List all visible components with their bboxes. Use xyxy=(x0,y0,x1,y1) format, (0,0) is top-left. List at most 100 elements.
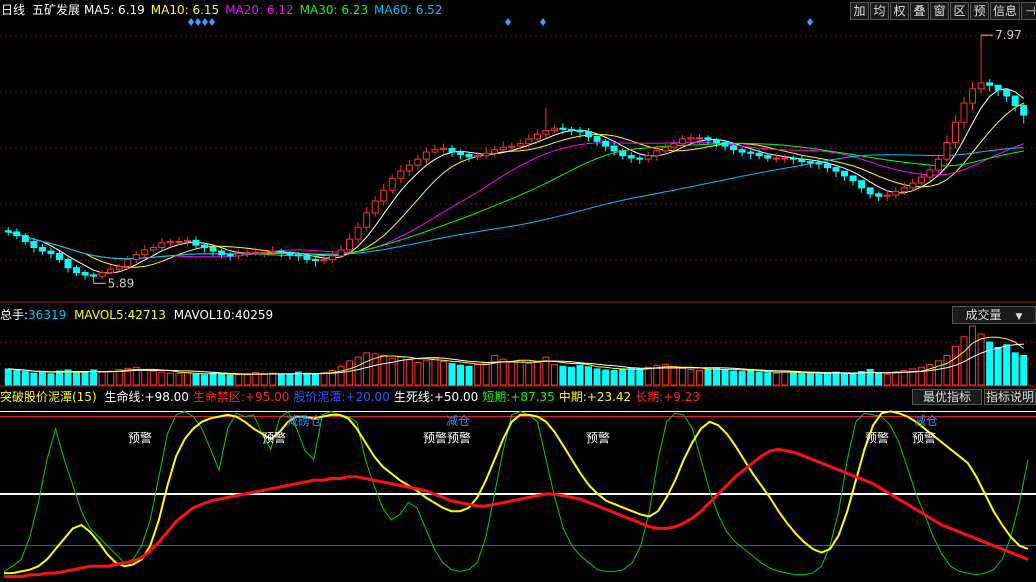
best-indicator-button[interactable]: 最优指标 xyxy=(912,389,982,405)
indicator-legend-item: 股价泥潭:+20.00 xyxy=(293,390,390,404)
signal-label: 预警 xyxy=(128,430,152,445)
candle-body xyxy=(823,163,831,169)
candle-body xyxy=(55,252,63,260)
candle-body xyxy=(849,175,857,182)
volume-legend: 总手:36319 MAVOL5:42713 MAVOL10:40259 xyxy=(0,308,273,322)
volume-bar xyxy=(781,370,789,386)
chevron-down-icon: ▼ xyxy=(1015,312,1023,322)
volume-bar xyxy=(917,366,925,386)
indicator-legend-item: 长期:+9.23 xyxy=(635,390,701,404)
volume-bar xyxy=(380,355,388,386)
indicator-long-line xyxy=(4,447,1029,579)
candle-body xyxy=(525,138,533,145)
volume-bar xyxy=(98,371,106,386)
volume-indicator-selector[interactable]: 成交量 ▼ xyxy=(952,306,1036,324)
candle-body xyxy=(38,247,46,252)
candle-body xyxy=(832,167,840,172)
candle-body xyxy=(986,82,994,86)
volume-bar xyxy=(550,364,558,386)
volume-bar xyxy=(1020,355,1028,386)
volume-bar xyxy=(303,372,311,386)
candle-body xyxy=(346,238,354,251)
candle-body xyxy=(149,247,157,251)
volume-bar xyxy=(508,361,516,386)
volume-bar xyxy=(277,373,285,386)
volume-bar xyxy=(38,371,46,386)
signal-label: 减仓 xyxy=(446,414,470,428)
candle-body xyxy=(277,250,285,253)
volume-bar xyxy=(567,366,575,386)
candle-body xyxy=(13,231,21,237)
candle-body xyxy=(917,176,925,184)
candle-body xyxy=(798,158,806,163)
candle-body xyxy=(329,255,337,260)
candle-body xyxy=(73,267,81,274)
volume-bar xyxy=(849,373,857,386)
ma-line-ma60 xyxy=(8,147,1024,260)
volume-bar xyxy=(422,360,430,386)
signal-label: 预警 xyxy=(912,430,936,445)
volume-bar xyxy=(260,373,268,386)
candle-body xyxy=(1011,95,1019,107)
candle-body xyxy=(593,136,601,142)
candle-body xyxy=(158,242,166,249)
volume-bar xyxy=(55,370,63,386)
candle-body xyxy=(721,142,729,147)
high-price-label: 7.97 xyxy=(995,28,1022,42)
volume-bar xyxy=(107,370,115,386)
candle-body xyxy=(738,149,746,153)
event-diamond-icon xyxy=(202,18,208,26)
stock-chart[interactable]: 7.975.89预警 预警减磅仓预警预警减仓预警 预警 预警减仓 xyxy=(0,0,1036,582)
candle-body xyxy=(235,252,243,257)
volume-bar xyxy=(491,355,499,386)
volume-bar xyxy=(166,372,174,386)
volume-bar xyxy=(516,359,524,386)
volume-bar xyxy=(943,355,951,386)
candle-body xyxy=(943,142,951,160)
candle-body xyxy=(166,241,174,244)
volume-bar xyxy=(815,373,823,386)
candle-body xyxy=(21,235,29,243)
volume-bar xyxy=(30,372,38,386)
volume-bar xyxy=(235,373,243,386)
volume-bar xyxy=(806,372,814,386)
volume-bar xyxy=(414,361,422,386)
event-diamond-icon xyxy=(807,18,813,26)
volume-bar xyxy=(525,363,533,386)
candle-body xyxy=(508,145,516,148)
volume-bar xyxy=(704,368,712,386)
indicator-help-button[interactable]: 指标说明 xyxy=(984,389,1036,405)
candle-body xyxy=(695,137,703,140)
volume-bar xyxy=(738,371,746,386)
candle-body xyxy=(30,241,38,249)
indicator-legend-item: 生命禁区:+95.00 xyxy=(192,390,290,404)
candle-body xyxy=(627,155,635,159)
volume-bar xyxy=(755,371,763,386)
candle-body xyxy=(474,155,482,158)
candle-body xyxy=(491,149,499,154)
candle-body xyxy=(337,249,345,257)
candle-body xyxy=(883,194,891,197)
candle-body xyxy=(934,158,942,171)
candle-body xyxy=(875,193,883,197)
volume-bar xyxy=(994,346,1002,386)
indicator-legend-item: 生死线:+50.00 xyxy=(393,390,479,404)
volume-bar xyxy=(363,352,371,386)
candle-body xyxy=(482,152,490,157)
volume-bar xyxy=(1003,344,1011,386)
candle-body xyxy=(98,272,106,277)
indicator-legend-item: 生命线:+98.00 xyxy=(104,390,189,404)
volume-bar xyxy=(158,371,166,386)
volume-label: 总手: xyxy=(0,308,29,322)
volume-bar xyxy=(986,341,994,386)
volume-bar xyxy=(934,360,942,386)
volume-bar xyxy=(218,373,226,386)
candle-body xyxy=(772,157,780,160)
candle-body xyxy=(900,187,908,192)
volume-bar xyxy=(465,365,473,386)
candle-body xyxy=(132,254,140,260)
candle-body xyxy=(175,241,183,244)
volume-bar xyxy=(678,367,686,386)
candle-body xyxy=(866,187,874,195)
candle-body xyxy=(542,130,550,135)
